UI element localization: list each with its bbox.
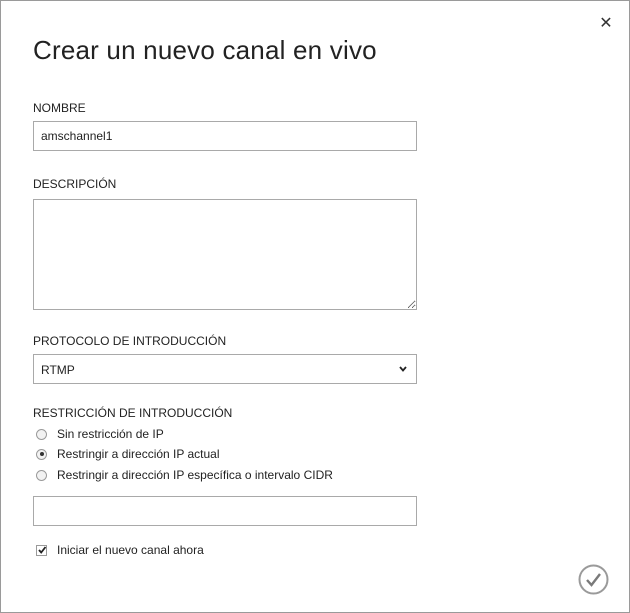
name-label: NOMBRE	[33, 101, 86, 115]
protocol-select[interactable]: RTMP	[33, 354, 417, 384]
chevron-down-icon	[399, 366, 407, 372]
radio-label: Restringir a dirección IP actual	[57, 447, 220, 461]
radio-label: Sin restricción de IP	[57, 427, 164, 441]
checkmark-icon	[38, 545, 47, 554]
dialog-title: Crear un nuevo canal en vivo	[33, 35, 377, 65]
protocol-selected-value: RTMP	[41, 363, 75, 377]
description-textarea[interactable]	[33, 199, 417, 310]
ip-range-input[interactable]	[33, 496, 417, 526]
start-now-label: Iniciar el nuevo canal ahora	[57, 543, 204, 557]
radio-specific-ip[interactable]: Restringir a dirección IP específica o i…	[33, 467, 333, 483]
radio-no-restriction[interactable]: Sin restricción de IP	[33, 426, 164, 442]
checkmark-circle-icon[interactable]	[578, 564, 609, 595]
radio-button[interactable]	[36, 448, 47, 460]
start-now-checkbox[interactable]	[36, 544, 47, 556]
protocol-label: PROTOCOLO DE INTRODUCCIÓN	[33, 334, 227, 348]
create-channel-dialog: ✕ Crear un nuevo canal en vivo NOMBRE DE…	[0, 0, 630, 613]
close-icon[interactable]: ✕	[597, 15, 615, 33]
radio-button[interactable]	[36, 469, 47, 481]
radio-button[interactable]	[36, 428, 47, 440]
radio-current-ip[interactable]: Restringir a dirección IP actual	[33, 446, 220, 462]
radio-label: Restringir a dirección IP específica o i…	[57, 468, 333, 482]
name-input[interactable]	[33, 121, 417, 151]
restriction-label: RESTRICCIÓN DE INTRODUCCIÓN	[33, 406, 233, 420]
description-label: DESCRIPCIÓN	[33, 177, 117, 191]
start-now-option[interactable]: Iniciar el nuevo canal ahora	[33, 542, 204, 558]
